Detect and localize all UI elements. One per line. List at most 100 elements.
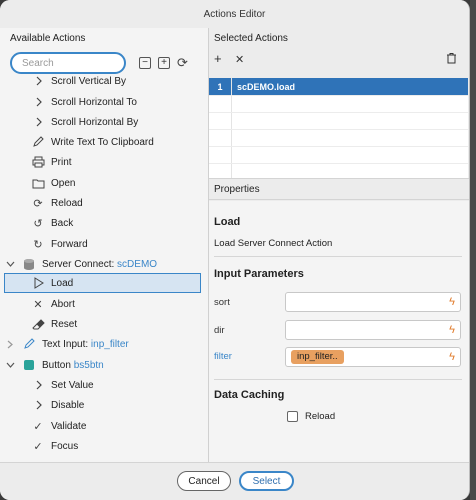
tree-item-label: Text Input: inp_filter bbox=[42, 339, 129, 350]
tree-item-label: Focus bbox=[51, 440, 79, 452]
param-label-sort: sort bbox=[214, 297, 230, 308]
chevron-right-icon bbox=[32, 398, 46, 412]
row-number: 1 bbox=[217, 81, 223, 92]
window-title: Actions Editor bbox=[0, 0, 469, 28]
play-icon bbox=[31, 276, 45, 290]
tree-item-forward[interactable]: ↻ Forward bbox=[0, 234, 208, 254]
database-icon bbox=[22, 257, 36, 271]
grid-line bbox=[209, 112, 468, 113]
selected-actions-toolbar: + ✕ bbox=[209, 50, 469, 70]
tree-item-back[interactable]: ↺ Back bbox=[0, 213, 208, 233]
filter-binding-chip[interactable]: inp_filter.. bbox=[291, 350, 344, 364]
tree-item-label: Open bbox=[51, 177, 76, 189]
tree-item-write-text-to-clipboard[interactable]: Write Text To Clipboard bbox=[0, 132, 208, 152]
grid-line bbox=[209, 129, 468, 130]
check-icon: ✓ bbox=[33, 440, 43, 453]
tree-item-open[interactable]: Open bbox=[0, 173, 208, 193]
expand-all-icon[interactable]: + bbox=[158, 57, 170, 69]
folder-icon bbox=[31, 176, 45, 190]
tree-item-label: Button bs5btn bbox=[42, 360, 104, 371]
tree-item-text-input[interactable]: Text Input: inp_filter bbox=[0, 334, 208, 354]
tree-item-set-value[interactable]: Set Value bbox=[0, 375, 208, 395]
tree-item-focus[interactable]: ✓ Focus bbox=[0, 436, 208, 456]
dynamic-data-icon[interactable]: ϟ bbox=[449, 296, 455, 308]
tree-item-label-id: inp_filter bbox=[90, 338, 129, 350]
cancel-button[interactable]: Cancel bbox=[177, 471, 231, 491]
trash-icon[interactable] bbox=[446, 52, 457, 67]
param-label-dir: dir bbox=[214, 325, 225, 336]
grid-line bbox=[209, 146, 468, 147]
pencil-icon bbox=[31, 135, 45, 149]
available-actions-header: Available Actions bbox=[10, 33, 86, 44]
input-parameters-title: Input Parameters bbox=[214, 268, 304, 280]
chevron-down-icon[interactable] bbox=[5, 258, 15, 270]
printer-icon bbox=[31, 155, 45, 169]
chevron-down-icon[interactable] bbox=[5, 359, 15, 371]
tree-item-label: Scroll Horizontal To bbox=[51, 96, 137, 108]
reload-checkbox[interactable] bbox=[287, 411, 298, 422]
search-row: − + ⟳ bbox=[0, 50, 208, 76]
dynamic-data-icon[interactable]: ϟ bbox=[449, 351, 455, 363]
actions-editor-dialog: Actions Editor Available Actions − + ⟳ S… bbox=[0, 0, 470, 500]
select-button[interactable]: Select bbox=[239, 471, 294, 491]
tree-item-print[interactable]: Print bbox=[0, 152, 208, 172]
chevron-right-icon bbox=[32, 76, 46, 88]
filter-field[interactable]: inp_filter.. ϟ bbox=[285, 347, 461, 367]
tree-item-button[interactable]: Button bs5btn bbox=[0, 355, 208, 375]
tree-item-reset[interactable]: Reset bbox=[0, 314, 208, 334]
dialog-footer: Cancel Select bbox=[0, 462, 469, 500]
tree-item-label-type: Button bbox=[42, 359, 74, 371]
tree-item-scroll-horizontal-by[interactable]: Scroll Horizontal By bbox=[0, 112, 208, 132]
refresh-icon[interactable]: ⟳ bbox=[177, 56, 188, 69]
tree-item-scroll-vertical-by[interactable]: Scroll Vertical By bbox=[0, 76, 208, 91]
remove-icon[interactable]: ✕ bbox=[235, 53, 244, 67]
actions-tree: Scroll Vertical By Scroll Horizontal To … bbox=[0, 76, 208, 462]
tree-tools: − + ⟳ bbox=[139, 56, 188, 69]
action-description: Load Server Connect Action bbox=[214, 238, 333, 249]
tree-item-label: Set Value bbox=[51, 379, 94, 391]
selected-action-row[interactable]: 1 scDEMO.load bbox=[209, 78, 468, 95]
dir-field[interactable]: ϟ bbox=[285, 320, 461, 340]
check-icon: ✓ bbox=[33, 420, 43, 433]
button-icon bbox=[22, 358, 36, 372]
dynamic-data-icon[interactable]: ϟ bbox=[449, 324, 455, 336]
add-icon[interactable]: + bbox=[214, 52, 222, 66]
tree-item-label: Print bbox=[51, 156, 72, 168]
properties-header: Properties bbox=[209, 178, 469, 200]
eraser-icon bbox=[31, 317, 45, 331]
chevron-right-icon bbox=[32, 378, 46, 392]
chevron-right-icon bbox=[32, 115, 46, 129]
properties-body: Load Load Server Connect Action Input Pa… bbox=[209, 201, 469, 462]
grid-line bbox=[209, 95, 468, 96]
background-window-edge bbox=[470, 0, 476, 500]
grid-line bbox=[209, 163, 468, 164]
tree-item-label: Server Connect: scDEMO bbox=[42, 259, 157, 270]
close-icon: ✕ bbox=[33, 298, 43, 311]
tree-item-abort[interactable]: ✕ Abort bbox=[0, 294, 208, 314]
data-caching-title: Data Caching bbox=[214, 389, 285, 401]
tree-item-scroll-horizontal-to[interactable]: Scroll Horizontal To bbox=[0, 92, 208, 112]
tree-item-label: Back bbox=[51, 217, 74, 229]
tree-item-label: Scroll Vertical By bbox=[51, 76, 127, 87]
tree-item-label-type: Server Connect: bbox=[42, 258, 118, 270]
reload-icon: ⟳ bbox=[33, 197, 43, 210]
back-icon: ↺ bbox=[33, 217, 43, 230]
tree-item-disable[interactable]: Disable bbox=[0, 395, 208, 415]
action-title: Load bbox=[214, 216, 241, 228]
chevron-right-icon[interactable] bbox=[5, 338, 15, 350]
divider bbox=[214, 379, 462, 380]
collapse-all-icon[interactable]: − bbox=[139, 57, 151, 69]
forward-icon: ↻ bbox=[33, 238, 43, 251]
tree-item-reload[interactable]: ⟳ Reload bbox=[0, 193, 208, 213]
tree-item-validate[interactable]: ✓ Validate bbox=[0, 416, 208, 436]
tree-item-server-connect[interactable]: Server Connect: scDEMO bbox=[0, 254, 208, 274]
sort-field[interactable]: ϟ bbox=[285, 292, 461, 312]
search-input[interactable] bbox=[10, 52, 126, 74]
param-label-filter: filter bbox=[214, 351, 232, 362]
pencil-icon bbox=[22, 337, 36, 351]
selected-action-label: scDEMO.load bbox=[237, 81, 296, 92]
tree-item-label-id: scDEMO bbox=[117, 258, 158, 270]
tree-item-load[interactable]: Load bbox=[4, 273, 201, 293]
tree-item-label: Load bbox=[51, 277, 74, 289]
tree-item-label: Abort bbox=[51, 298, 75, 310]
